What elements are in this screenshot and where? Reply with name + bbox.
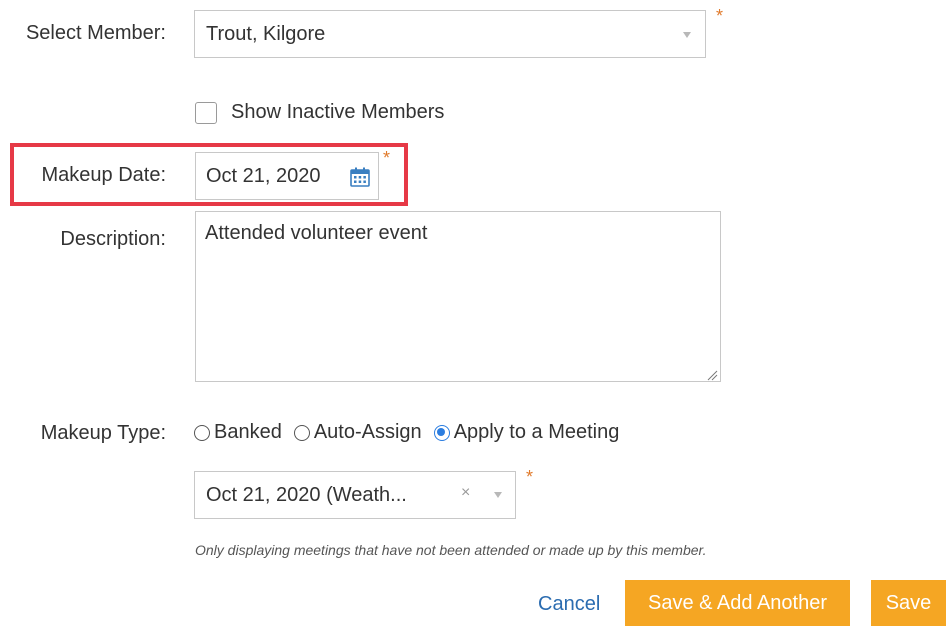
radio-apply-to-meeting[interactable]	[433, 424, 450, 441]
meeting-select-dropdown[interactable]: Oct 21, 2020 (Weath... ×	[194, 471, 516, 519]
cancel-link[interactable]: Cancel	[538, 593, 600, 616]
makeup-date-value: Oct 21, 2020	[206, 164, 321, 187]
resize-handle-icon[interactable]	[707, 368, 718, 386]
select-member-dropdown[interactable]: Trout, Kilgore	[194, 10, 706, 58]
required-marker: *	[716, 6, 724, 26]
meeting-select-value: Oct 21, 2020 (Weath...	[206, 483, 407, 506]
makeup-date-label: Makeup Date:	[41, 164, 166, 186]
radio-apply-to-meeting-label: Apply to a Meeting	[453, 421, 620, 443]
chevron-down-icon	[494, 492, 502, 498]
radio-auto-assign-label: Auto-Assign	[313, 421, 422, 443]
radio-banked-label: Banked	[214, 421, 282, 443]
makeup-date-input[interactable]: Oct 21, 2020	[195, 152, 379, 200]
save-button[interactable]: Save	[871, 580, 946, 626]
description-label: Description:	[60, 228, 166, 250]
calendar-icon[interactable]	[350, 167, 370, 193]
chevron-down-icon	[683, 32, 691, 38]
show-inactive-checkbox[interactable]	[195, 102, 217, 124]
meeting-filter-hint: Only displaying meetings that have not b…	[195, 542, 707, 558]
radio-group-makeup-type: Banked Auto-Assign Apply to a Meeting	[194, 421, 619, 444]
makeup-type-label: Makeup Type:	[40, 422, 166, 444]
clear-icon[interactable]: ×	[461, 484, 470, 502]
radio-auto-assign[interactable]	[293, 424, 310, 441]
required-marker: *	[383, 148, 391, 168]
show-inactive-label: Show Inactive Members	[231, 101, 445, 123]
save-and-add-another-button[interactable]: Save & Add Another	[625, 580, 850, 626]
select-member-label: Select Member:	[25, 22, 166, 44]
select-member-value: Trout, Kilgore	[206, 22, 326, 45]
description-textarea[interactable]: Attended volunteer event	[195, 211, 721, 382]
radio-banked[interactable]	[194, 424, 210, 441]
required-marker: *	[526, 467, 534, 487]
